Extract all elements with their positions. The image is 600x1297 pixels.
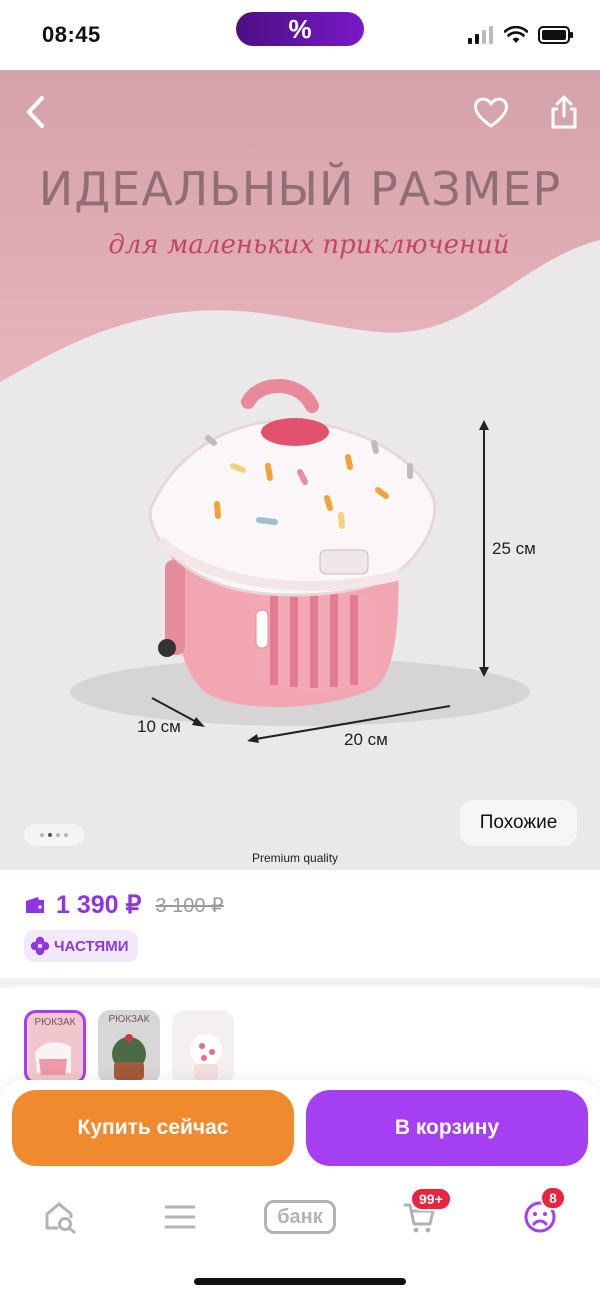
premium-quality-label: Premium quality <box>252 851 339 865</box>
installments-badge[interactable]: ЧАСТЯМИ <box>24 930 139 962</box>
pager-dot <box>64 833 68 837</box>
dimension-depth-label: 10 см <box>137 717 181 736</box>
profile-notification-badge: 8 <box>540 1186 566 1210</box>
favorite-button[interactable] <box>469 90 513 134</box>
bottom-navigation: банк 99+ 8 <box>0 1178 600 1297</box>
pager-dot <box>40 833 44 837</box>
battery-icon <box>538 26 573 44</box>
variant-thumbnail[interactable]: РЮКЗАК <box>98 1010 160 1084</box>
variant-thumbnail[interactable] <box>172 1010 234 1084</box>
hero-title: ИДЕАЛЬНЫЙ РАЗМЕР <box>38 162 562 216</box>
price-current: 1 390 ₽ <box>56 891 142 919</box>
hero-subtitle: для маленьких приключений <box>108 230 510 260</box>
heart-icon <box>473 97 509 128</box>
pager-dot-active <box>48 833 52 837</box>
promo-pill[interactable]: % <box>236 12 364 46</box>
wifi-icon <box>504 26 528 43</box>
action-bar: Купить сейчас В корзину <box>0 1080 600 1178</box>
dimension-width-label: 20 см <box>344 730 388 749</box>
home-indicator[interactable] <box>194 1278 406 1285</box>
similar-button[interactable]: Похожие <box>460 800 577 846</box>
nav-cart[interactable]: 99+ <box>390 1187 452 1242</box>
pager-dot <box>56 833 60 837</box>
back-button[interactable] <box>14 90 58 134</box>
signal-icon <box>468 26 493 44</box>
add-to-cart-button[interactable]: В корзину <box>306 1090 588 1166</box>
price-old: 3 100 ₽ <box>155 894 224 917</box>
variant-image <box>35 1042 71 1075</box>
price-card: 1 390 ₽ 3 100 ₽ ЧАСТЯМИ <box>0 870 600 978</box>
catalog-icon <box>164 1205 196 1229</box>
nav-catalog[interactable] <box>150 1192 210 1242</box>
status-bar: 08:45 % <box>0 0 600 70</box>
product-image-gallery[interactable]: ИДЕАЛЬНЫЙ РАЗМЕР для маленьких приключен… <box>0 70 600 870</box>
nav-home-search[interactable] <box>30 1192 90 1242</box>
gallery-pager <box>24 824 84 846</box>
chevron-left-icon <box>27 96 44 128</box>
promo-symbol: % <box>288 13 312 44</box>
home-search-icon <box>45 1202 76 1234</box>
installments-label: ЧАСТЯМИ <box>54 937 129 955</box>
wallet-icon <box>26 897 44 913</box>
nav-profile[interactable]: 8 <box>510 1186 570 1242</box>
dimension-height-label: 25 см <box>492 539 536 558</box>
share-button[interactable] <box>542 90 586 134</box>
variants-card: РЮКЗАК РЮКЗАК <box>0 986 600 1086</box>
status-time: 08:45 <box>42 22 101 47</box>
clover-icon <box>30 936 50 956</box>
variant-image <box>190 1034 222 1080</box>
bank-icon: банк <box>264 1200 336 1234</box>
cart-count-badge: 99+ <box>410 1187 452 1211</box>
status-icons <box>468 26 574 44</box>
variant-image <box>112 1034 146 1080</box>
variant-thumbnail-selected[interactable]: РЮКЗАК <box>24 1010 86 1084</box>
price-row: 1 390 ₽ 3 100 ₽ <box>24 890 224 920</box>
nav-bank[interactable]: банк <box>262 1192 338 1242</box>
share-icon <box>551 95 577 129</box>
buy-now-button[interactable]: Купить сейчас <box>12 1090 294 1166</box>
